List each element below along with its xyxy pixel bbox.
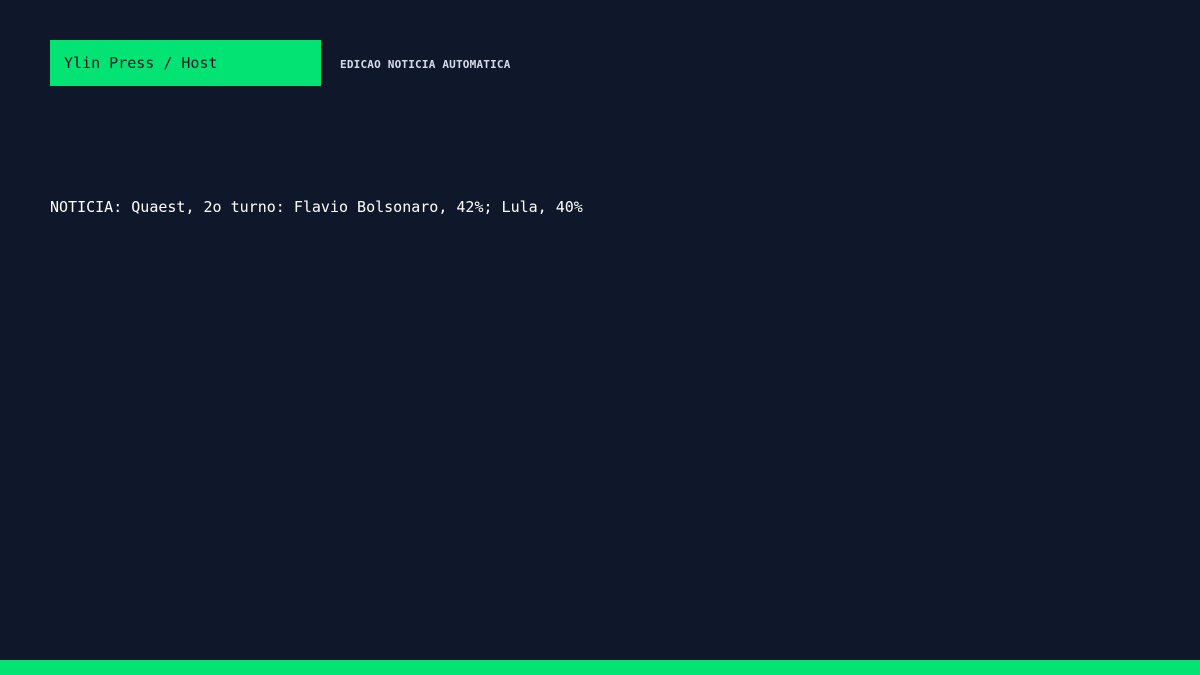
brand-banner: Ylin Press / Host	[50, 40, 321, 86]
edition-label: EDICAO NOTICIA AUTOMATICA	[340, 58, 511, 71]
news-headline: NOTICIA: Quaest, 2o turno: Flavio Bolson…	[50, 198, 583, 216]
brand-title: Ylin Press / Host	[64, 54, 218, 72]
bottom-accent-bar	[0, 660, 1200, 675]
